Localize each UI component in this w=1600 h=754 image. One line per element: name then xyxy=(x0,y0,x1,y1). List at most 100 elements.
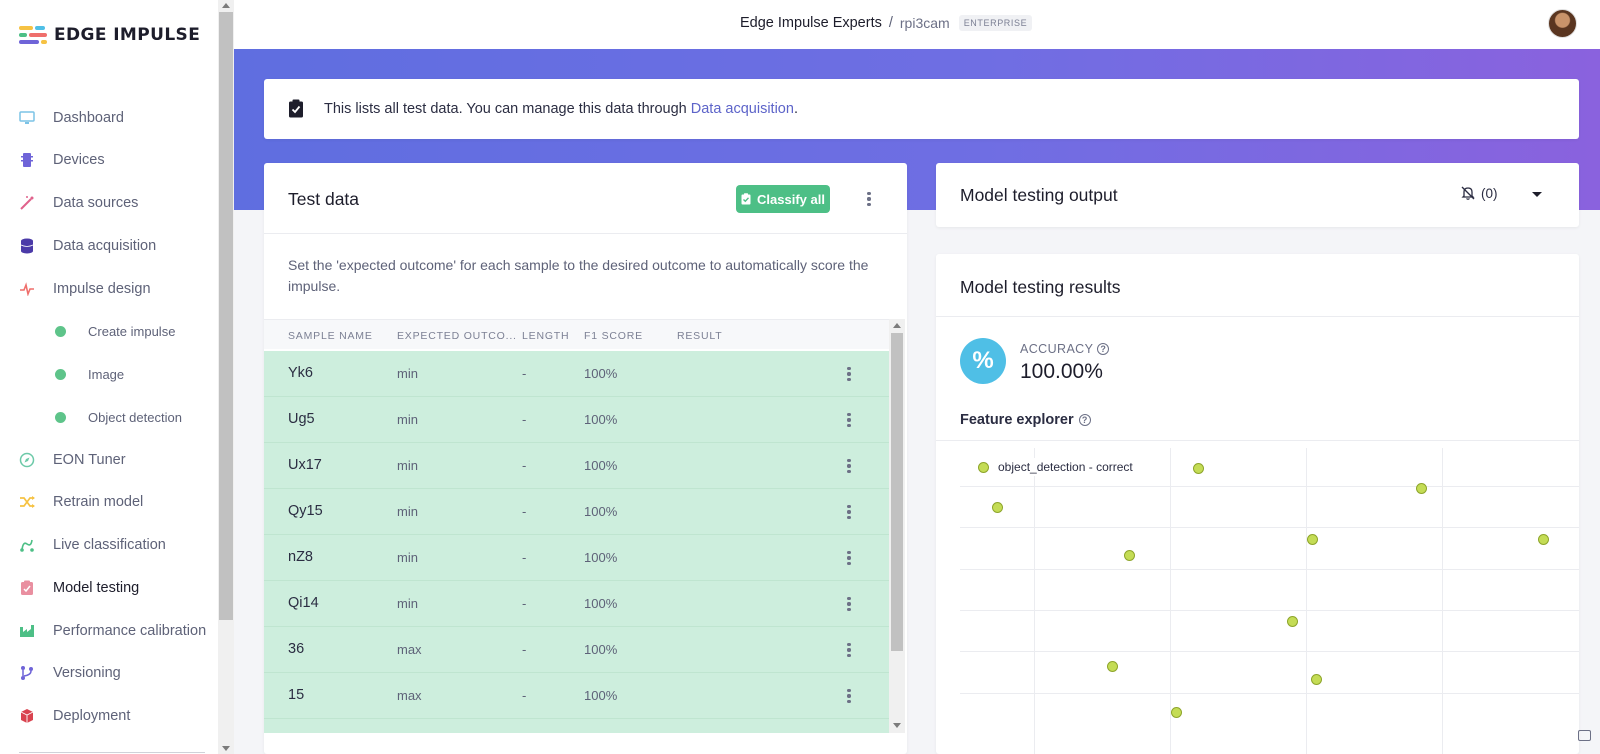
data-point[interactable] xyxy=(992,502,1003,513)
sidebar-item-live-classification[interactable]: Live classification xyxy=(0,530,218,560)
data-point[interactable] xyxy=(1538,534,1549,545)
f1-score: 100% xyxy=(584,596,618,611)
sidebar-scrollbar[interactable] xyxy=(218,0,234,754)
table-row[interactable]: Qy15 min - 100% xyxy=(264,489,889,535)
sidebar-item-data-sources[interactable]: Data sources xyxy=(0,188,218,218)
test-data-menu-icon[interactable] xyxy=(867,192,871,206)
sidebar-item-model-testing[interactable]: Model testing xyxy=(0,573,218,603)
table-row[interactable]: Ux17 min - 100% xyxy=(264,443,889,489)
row-menu-icon[interactable] xyxy=(847,689,851,703)
card-divider xyxy=(936,440,1579,441)
wand-icon xyxy=(19,195,35,211)
sidebar-item-eon-tuner[interactable]: EON Tuner xyxy=(0,445,218,475)
sidebar-divider xyxy=(19,752,205,753)
data-point[interactable] xyxy=(1307,534,1318,545)
grid-line xyxy=(960,610,1579,611)
row-menu-icon[interactable] xyxy=(847,643,851,657)
notification-count: (0) xyxy=(1481,185,1498,201)
sidebar-item-data-acquisition[interactable]: Data acquisition xyxy=(0,231,218,261)
branch-icon xyxy=(19,665,35,681)
column-header-result[interactable]: RESULT xyxy=(677,330,722,342)
sidebar-subitem-create-impulse[interactable]: Create impulse xyxy=(0,316,218,346)
sample-length: - xyxy=(522,412,527,427)
column-header-f1-score[interactable]: F1 SCORE xyxy=(584,330,643,342)
plot-legend[interactable]: object_detection - correct xyxy=(974,458,1137,476)
help-icon[interactable]: ? xyxy=(1078,414,1091,426)
sidebar-item-versioning[interactable]: Versioning xyxy=(0,658,218,688)
column-header-length[interactable]: LENGTH xyxy=(522,330,569,342)
table-row[interactable]: 36 max - 100% xyxy=(264,627,889,673)
f1-score: 100% xyxy=(584,366,618,381)
avatar[interactable] xyxy=(1548,9,1577,38)
model-testing-output-card[interactable]: Model testing output (0) xyxy=(936,163,1579,227)
scroll-down-arrow-icon[interactable] xyxy=(893,723,901,728)
table-scroll-thumb[interactable] xyxy=(891,333,903,651)
scroll-up-arrow-icon[interactable] xyxy=(222,3,230,8)
row-menu-icon[interactable] xyxy=(847,505,851,519)
classify-all-label: Classify all xyxy=(757,191,825,207)
chevron-down-icon[interactable] xyxy=(1532,192,1542,197)
grid-line xyxy=(1170,448,1171,754)
sidebar-item-devices[interactable]: Devices xyxy=(0,145,218,175)
table-row[interactable]: Qi14 min - 100% xyxy=(264,581,889,627)
sidebar-item-retrain-model[interactable]: Retrain model xyxy=(0,487,218,517)
sidebar-item-performance-calibration[interactable]: Performance calibration xyxy=(0,616,218,646)
table-row[interactable]: Yk6 min - 100% xyxy=(264,351,889,397)
percent-icon: % xyxy=(960,338,1006,384)
row-menu-icon[interactable] xyxy=(847,597,851,611)
model-testing-results-title: Model testing results xyxy=(960,277,1121,297)
sidebar-item-impulse-design[interactable]: Impulse design xyxy=(0,274,218,304)
data-point[interactable] xyxy=(1171,707,1182,718)
sample-name: Ug5 xyxy=(288,411,315,427)
data-point[interactable] xyxy=(1311,674,1322,685)
data-point[interactable] xyxy=(1287,616,1298,627)
clipboard-icon xyxy=(19,580,35,596)
help-icon[interactable]: ? xyxy=(1097,343,1110,355)
table-row[interactable]: Ug5 min - 100% xyxy=(264,397,889,443)
table-scrollbar[interactable] xyxy=(889,319,905,733)
breadcrumb-organization[interactable]: Edge Impulse Experts xyxy=(740,15,882,31)
row-menu-icon[interactable] xyxy=(847,367,851,381)
scroll-down-arrow-icon[interactable] xyxy=(222,746,230,751)
sidebar-subitem-object-detection[interactable]: Object detection xyxy=(0,402,218,432)
sidebar-item-deployment[interactable]: Deployment xyxy=(0,701,218,731)
f1-score: 100% xyxy=(584,458,618,473)
breadcrumb-project[interactable]: rpi3cam xyxy=(900,15,950,31)
feature-explorer-label: Feature explorer xyxy=(960,412,1074,428)
info-message: This lists all test data. You can manage… xyxy=(324,101,691,117)
column-header-sample-name[interactable]: SAMPLE NAME xyxy=(288,330,373,342)
breadcrumb: Edge Impulse Experts / rpi3cam ENTERPRIS… xyxy=(740,15,1033,31)
row-menu-icon[interactable] xyxy=(847,551,851,565)
sidebar-item-label: Data sources xyxy=(53,195,139,211)
sample-length: - xyxy=(522,504,527,519)
row-menu-icon[interactable] xyxy=(847,413,851,427)
data-point[interactable] xyxy=(1124,550,1135,561)
feedback-icon[interactable] xyxy=(1578,730,1591,741)
table-row[interactable] xyxy=(264,719,889,733)
clipboard-check-icon xyxy=(741,193,751,205)
expected-outcome: max xyxy=(397,642,422,657)
sidebar: EDGE IMPULSE Dashboard Devices Data sour… xyxy=(0,0,218,754)
sidebar-subitem-image[interactable]: Image xyxy=(0,359,218,389)
grid-line xyxy=(1306,448,1307,754)
test-data-description: Set the 'expected outcome' for each samp… xyxy=(288,257,869,294)
data-point[interactable] xyxy=(1416,483,1427,494)
classify-all-button[interactable]: Classify all xyxy=(736,185,830,213)
monitor-icon xyxy=(19,110,35,126)
test-data-card: Test data Classify all Set the 'expected… xyxy=(264,163,907,754)
data-point[interactable] xyxy=(1107,661,1118,672)
table-row[interactable]: nZ8 min - 100% xyxy=(264,535,889,581)
clipboard-check-icon xyxy=(288,99,304,123)
sidebar-scroll-thumb[interactable] xyxy=(219,12,233,620)
sidebar-item-dashboard[interactable]: Dashboard xyxy=(0,103,218,133)
data-point[interactable] xyxy=(1193,463,1204,474)
notifications-toggle[interactable]: (0) xyxy=(1460,185,1498,201)
column-header-expected-outcome[interactable]: EXPECTED OUTCO... xyxy=(397,330,517,342)
logo[interactable]: EDGE IMPULSE xyxy=(19,24,200,46)
table-row[interactable]: 15 max - 100% xyxy=(264,673,889,719)
scroll-up-arrow-icon[interactable] xyxy=(893,323,901,328)
bell-off-icon xyxy=(1461,186,1475,200)
row-menu-icon[interactable] xyxy=(847,459,851,473)
feature-explorer-plot[interactable]: object_detection - correct xyxy=(960,448,1579,754)
data-acquisition-link[interactable]: Data acquisition xyxy=(691,101,794,117)
